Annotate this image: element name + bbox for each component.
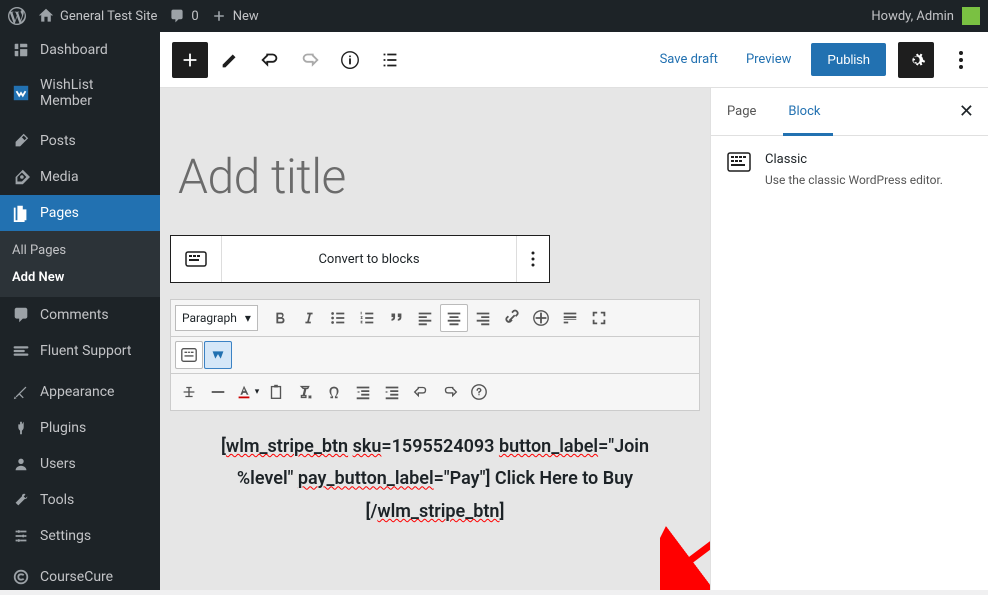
more-options-button[interactable]: [946, 51, 976, 69]
greeting: Howdy, Admin: [871, 9, 954, 24]
new-content-link[interactable]: New: [211, 8, 259, 24]
numbers-button[interactable]: [353, 304, 381, 332]
save-draft-button[interactable]: Save draft: [652, 46, 726, 73]
editor-canvas[interactable]: Add title Convert to blocks Paragraph▾: [160, 88, 710, 590]
wp-logo[interactable]: [8, 7, 26, 25]
sidebar-item-plugins[interactable]: Plugins: [0, 410, 160, 446]
sidebar-label-plugins: Plugins: [40, 420, 86, 436]
block-title: Classic: [765, 152, 943, 167]
tab-block[interactable]: Block: [772, 88, 836, 135]
sidebar-label-settings: Settings: [40, 528, 91, 544]
new-label: New: [233, 9, 259, 24]
sidebar-label-media: Media: [40, 169, 79, 185]
sidebar-sub-add-new[interactable]: Add New: [0, 264, 160, 291]
block-inserter-button[interactable]: [172, 42, 208, 78]
help-button[interactable]: [465, 378, 493, 406]
sidebar-label-coursecure: CourseCure: [40, 569, 113, 585]
sidebar-label-appearance: Appearance: [40, 384, 114, 400]
sidebar-item-settings[interactable]: Settings: [0, 518, 160, 554]
sidebar-submenu-pages: All Pages Add New: [0, 231, 160, 297]
close-inspector-button[interactable]: ✕: [945, 101, 988, 122]
sidebar-item-fluent[interactable]: Fluent Support: [0, 333, 160, 369]
quote-button[interactable]: [382, 304, 410, 332]
classic-block-icon[interactable]: [171, 236, 222, 282]
special-char-button[interactable]: [320, 378, 348, 406]
classic-editor-content[interactable]: [wlm_stripe_btn sku=1595524093 button_la…: [170, 431, 700, 528]
italic-button[interactable]: [295, 304, 323, 332]
classic-block-icon: [727, 152, 751, 172]
insert-button[interactable]: [527, 304, 555, 332]
sidebar-item-media[interactable]: Media: [0, 159, 160, 195]
sidebar-label-tools: Tools: [40, 492, 74, 508]
undo-editor-button[interactable]: [407, 378, 435, 406]
sidebar-label-fluent: Fluent Support: [40, 343, 131, 359]
admin-sidebar: Dashboard WishList Member Posts Media Pa…: [0, 32, 160, 590]
block-more-button[interactable]: [517, 236, 549, 282]
sidebar-label-pages: Pages: [40, 205, 79, 221]
align-center-button[interactable]: [440, 304, 468, 332]
align-left-button[interactable]: [411, 304, 439, 332]
site-home-link[interactable]: General Test Site: [38, 8, 157, 24]
admin-bar: General Test Site 0 New Howdy, Admin: [0, 0, 988, 32]
text-color-button[interactable]: ▾: [233, 378, 261, 406]
sidebar-item-wishlist[interactable]: WishList Member: [0, 68, 160, 118]
edit-mode-button[interactable]: [212, 42, 248, 78]
settings-sidebar: Page Block ✕ Classic Use the classic Wor…: [710, 88, 988, 590]
clear-formatting-button[interactable]: [291, 378, 319, 406]
block-description: Use the classic WordPress editor.: [765, 173, 943, 187]
sidebar-label-posts: Posts: [40, 133, 76, 149]
sidebar-item-tools[interactable]: Tools: [0, 482, 160, 518]
sidebar-sub-all-pages[interactable]: All Pages: [0, 237, 160, 264]
outline-button[interactable]: [372, 42, 408, 78]
redo-button[interactable]: [292, 42, 328, 78]
align-right-button[interactable]: [469, 304, 497, 332]
wishlist-plugin-button[interactable]: [204, 341, 232, 369]
sidebar-item-dashboard[interactable]: Dashboard: [0, 32, 160, 68]
sidebar-item-appearance[interactable]: Appearance: [0, 374, 160, 410]
sidebar-item-comments[interactable]: Comments: [0, 297, 160, 333]
preview-button[interactable]: Preview: [738, 46, 799, 73]
admin-user-menu[interactable]: Howdy, Admin: [871, 7, 980, 25]
block-editor: Save draft Preview Publish Add title Con…: [160, 32, 988, 590]
publish-button[interactable]: Publish: [811, 43, 886, 76]
bullets-button[interactable]: [324, 304, 352, 332]
format-select[interactable]: Paragraph▾: [175, 305, 258, 331]
sidebar-item-pages[interactable]: Pages: [0, 195, 160, 231]
tab-page[interactable]: Page: [711, 88, 772, 135]
convert-to-blocks-button[interactable]: Convert to blocks: [222, 236, 517, 282]
site-name: General Test Site: [60, 9, 157, 24]
post-title-input[interactable]: Add title: [170, 108, 700, 235]
sidebar-label-wishlist: WishList Member: [40, 77, 148, 109]
paste-text-button[interactable]: [262, 378, 290, 406]
sidebar-item-users[interactable]: Users: [0, 446, 160, 482]
editor-header: Save draft Preview Publish: [160, 32, 988, 88]
redo-editor-button[interactable]: [436, 378, 464, 406]
strikethrough-button[interactable]: [175, 378, 203, 406]
comments-count: 0: [191, 9, 198, 24]
indent-button[interactable]: [378, 378, 406, 406]
comments-link[interactable]: 0: [169, 8, 198, 24]
sidebar-label-users: Users: [40, 456, 76, 472]
kitchen-sink-button[interactable]: [175, 341, 203, 369]
hr-button[interactable]: [204, 378, 232, 406]
sidebar-item-posts[interactable]: Posts: [0, 123, 160, 159]
readmore-button[interactable]: [556, 304, 584, 332]
block-toolbar: Convert to blocks: [170, 235, 550, 283]
sidebar-label-dashboard: Dashboard: [40, 42, 108, 58]
sidebar-label-comments: Comments: [40, 307, 109, 323]
fullscreen-button[interactable]: [585, 304, 613, 332]
bold-button[interactable]: [266, 304, 294, 332]
link-button[interactable]: [498, 304, 526, 332]
info-button[interactable]: [332, 42, 368, 78]
settings-toggle-button[interactable]: [898, 42, 934, 78]
outdent-button[interactable]: [349, 378, 377, 406]
classic-editor-toolbar: Paragraph▾: [170, 299, 700, 411]
undo-button[interactable]: [252, 42, 288, 78]
avatar: [962, 7, 980, 25]
